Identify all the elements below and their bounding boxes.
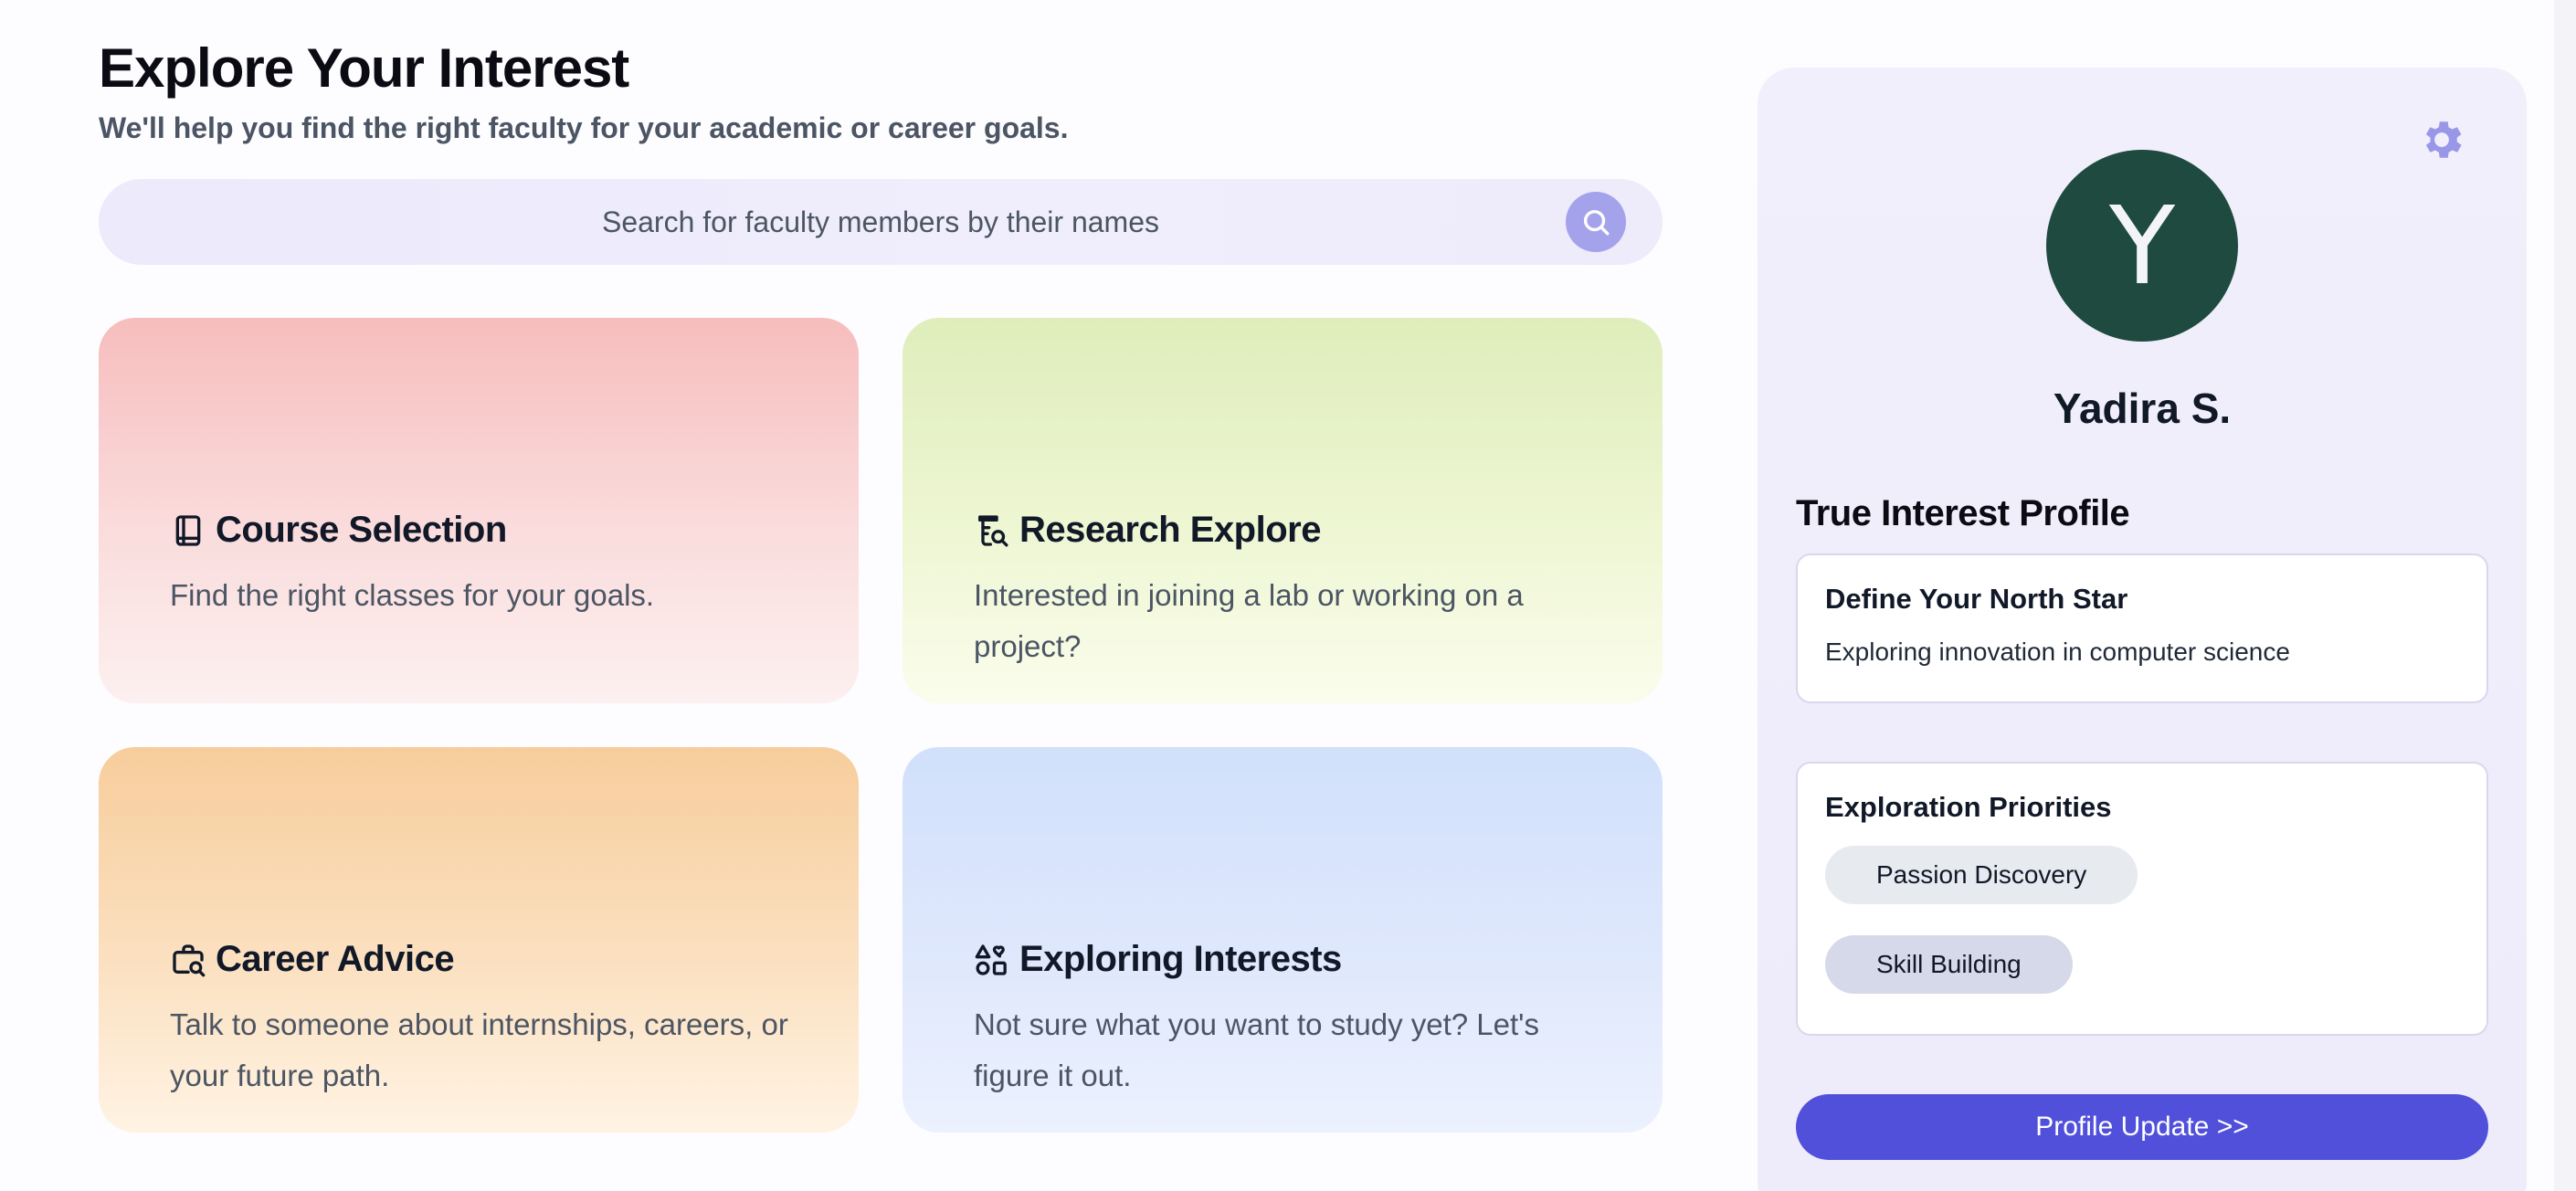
search-bar xyxy=(99,179,1663,265)
search-input[interactable] xyxy=(241,195,1520,249)
card-header: Research Explore xyxy=(974,510,1321,551)
card-title: Career Advice xyxy=(216,939,455,979)
shapes-icon xyxy=(974,942,1010,978)
card-course-selection[interactable]: Course Selection Find the right classes … xyxy=(99,318,859,703)
priority-chip[interactable]: Passion Discovery xyxy=(1825,846,2138,904)
avatar: Y xyxy=(2046,150,2238,342)
priority-chip[interactable]: Skill Building xyxy=(1825,935,2073,994)
card-description: Interested in joining a lab or working o… xyxy=(974,578,1524,663)
card-title: Research Explore xyxy=(1019,510,1321,550)
profile-panel: Y Yadira S. True Interest Profile Define… xyxy=(1758,68,2527,1191)
main-content: Explore Your Interest We'll help you fin… xyxy=(99,35,1663,1133)
priorities-box: Exploration Priorities Passion Discovery… xyxy=(1796,762,2488,1036)
north-star-text: Exploring innovation in computer science xyxy=(1825,638,2290,666)
card-research-explore[interactable]: Research Explore Interested in joining a… xyxy=(903,318,1663,703)
priorities-title: Exploration Priorities xyxy=(1825,791,2112,823)
card-description: Not sure what you want to study yet? Let… xyxy=(974,1007,1539,1092)
north-star-box: Define Your North Star Exploring innovat… xyxy=(1796,553,2488,703)
scrollbar-track[interactable] xyxy=(2554,0,2576,1191)
card-title: Exploring Interests xyxy=(1019,939,1342,979)
briefcase-search-icon xyxy=(170,942,206,978)
gear-icon xyxy=(2425,121,2462,158)
page-title: Explore Your Interest xyxy=(99,37,629,99)
search-button[interactable] xyxy=(1566,192,1626,252)
card-title: Course Selection xyxy=(216,510,507,550)
card-header: Exploring Interests xyxy=(974,939,1342,980)
card-description: Talk to someone about internships, caree… xyxy=(170,1007,788,1092)
search-icon xyxy=(1583,209,1610,236)
card-career-advice[interactable]: Career Advice Talk to someone about inte… xyxy=(99,747,859,1133)
category-cards: Course Selection Find the right classes … xyxy=(99,318,1663,1133)
card-exploring-interests[interactable]: Exploring Interests Not sure what you wa… xyxy=(903,747,1663,1133)
book-icon xyxy=(170,512,206,549)
user-name: Yadira S. xyxy=(2053,385,2232,432)
page: Explore Your Interest We'll help you fin… xyxy=(0,0,2576,1191)
north-star-title: Define Your North Star xyxy=(1825,583,2128,615)
page-subtitle: We'll help you find the right faculty fo… xyxy=(99,111,1069,144)
research-search-icon xyxy=(974,512,1010,549)
profile-section-title: True Interest Profile xyxy=(1796,493,2130,533)
card-header: Career Advice xyxy=(170,939,455,980)
card-header: Course Selection xyxy=(170,510,507,551)
profile-update-button[interactable]: Profile Update >> xyxy=(1796,1094,2488,1160)
card-description: Find the right classes for your goals. xyxy=(170,578,655,612)
settings-button[interactable] xyxy=(2417,115,2466,164)
